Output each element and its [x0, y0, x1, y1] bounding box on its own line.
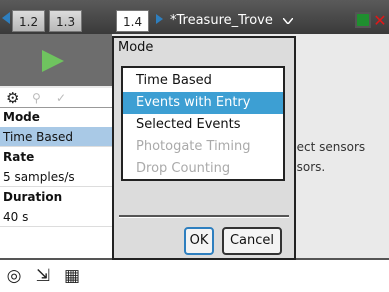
option-time-based[interactable]: Time Based [123, 70, 283, 92]
marker-icon[interactable]: ⚲ [32, 90, 46, 106]
gear-icon[interactable]: ⚙ [6, 90, 22, 106]
rate-value[interactable]: 5 samples/s [0, 167, 112, 187]
dialog-divider-highlight [119, 217, 289, 218]
chevron-down-icon[interactable] [283, 18, 293, 24]
option-drop-counting: Drop Counting [136, 161, 231, 176]
table-view-icon[interactable]: ▦ [62, 266, 82, 286]
next-page-arrow-icon[interactable] [156, 14, 163, 24]
option-selected-events[interactable]: Selected Events [123, 114, 283, 136]
document-title[interactable]: *Treasure_Trove [170, 13, 273, 28]
dialog-title: Mode [118, 40, 154, 55]
mode-value[interactable]: Time Based [0, 127, 112, 147]
duration-label: Duration [0, 188, 112, 207]
tab-1-3[interactable]: 1.3 [49, 10, 83, 32]
cancel-button[interactable]: Cancel [222, 227, 282, 255]
start-collection-icon[interactable] [42, 50, 64, 72]
connect-sensors-text: nect sensors [289, 140, 366, 154]
tab-1-2[interactable]: 1.2 [12, 10, 46, 32]
check-icon[interactable]: ✓ [56, 90, 70, 106]
option-photogate-timing: Photogate Timing [136, 139, 251, 154]
ok-button[interactable]: OK [184, 227, 214, 255]
tab-1-4[interactable]: 1.4 [116, 10, 150, 32]
option-events-with-entry[interactable]: Events with Entry [123, 92, 283, 114]
previous-page-arrow-icon[interactable] [2, 12, 10, 24]
graph-view-icon[interactable]: ⇲ [33, 266, 53, 286]
duration-value[interactable]: 40 s [0, 207, 112, 227]
view-bar [0, 258, 389, 292]
rate-label: Rate [0, 148, 112, 167]
battery-icon [355, 12, 371, 28]
mode-label: Mode [0, 108, 112, 127]
meter-view-icon[interactable]: ◎ [4, 266, 24, 286]
close-icon[interactable]: ✕ [372, 10, 388, 32]
